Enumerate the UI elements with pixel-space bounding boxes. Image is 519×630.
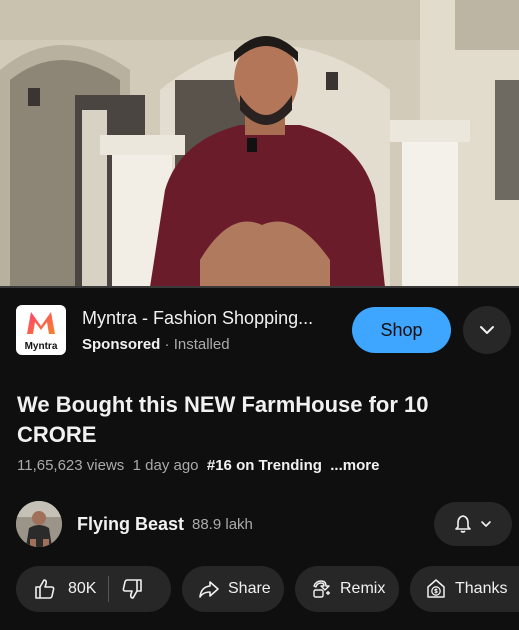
- dislike-button[interactable]: [121, 578, 143, 600]
- myntra-m-icon: [27, 312, 55, 334]
- notification-button[interactable]: [434, 502, 512, 546]
- thanks-label: Thanks: [455, 580, 508, 597]
- ad-banner[interactable]: Myntra Myntra - Fashion Shopping... Spon…: [0, 288, 519, 372]
- remix-label: Remix: [340, 580, 386, 597]
- like-count: 80K: [68, 580, 97, 597]
- share-label: Share: [228, 580, 271, 597]
- upload-age: 1 day ago: [132, 457, 199, 474]
- like-dislike-group: 80K: [16, 566, 171, 612]
- remix-icon: [313, 580, 330, 598]
- like-button[interactable]: 80K: [34, 578, 96, 600]
- thumbs-up-icon: [35, 579, 55, 599]
- ad-meta: Sponsored · Installed: [82, 336, 230, 353]
- channel-row: Flying Beast 88.9 lakh: [0, 498, 519, 550]
- shop-button[interactable]: Shop: [352, 307, 451, 353]
- share-icon: [199, 581, 219, 598]
- bell-icon: [455, 515, 471, 533]
- installed-label: Installed: [173, 336, 230, 353]
- thumbs-down-icon: [123, 579, 143, 599]
- ad-title[interactable]: Myntra - Fashion Shopping...: [82, 308, 313, 329]
- chevron-down-icon: [481, 521, 491, 527]
- avatar-image: [16, 501, 62, 547]
- thanks-button[interactable]: Thanks: [410, 566, 519, 612]
- remix-button[interactable]: Remix: [295, 566, 399, 612]
- share-button[interactable]: Share: [182, 566, 284, 612]
- ad-logo-text: Myntra: [24, 341, 58, 352]
- sponsored-label: Sponsored: [82, 336, 161, 353]
- channel-avatar[interactable]: [16, 501, 62, 547]
- more-link[interactable]: ...more: [330, 457, 379, 474]
- trending-badge[interactable]: #16 on Trending: [207, 457, 322, 474]
- video-frame: [0, 0, 519, 287]
- action-bar: 80K Share Remix Thanks: [0, 566, 519, 614]
- myntra-logo[interactable]: Myntra: [16, 305, 66, 355]
- view-count: 11,65,623 views: [17, 457, 125, 474]
- subscriber-count: 88.9 lakh: [192, 516, 253, 533]
- chevron-down-icon: [480, 326, 494, 334]
- thanks-icon: [427, 579, 445, 598]
- video-meta[interactable]: 11,65,623 views 1 day ago #16 on Trendin…: [17, 457, 379, 474]
- like-divider: [108, 576, 110, 602]
- video-title[interactable]: We Bought this NEW FarmHouse for 10 CROR…: [17, 390, 487, 450]
- meta-separator: ·: [164, 336, 170, 353]
- channel-name[interactable]: Flying Beast: [77, 514, 184, 535]
- video-player[interactable]: [0, 0, 519, 287]
- ad-expand-button[interactable]: [463, 306, 511, 354]
